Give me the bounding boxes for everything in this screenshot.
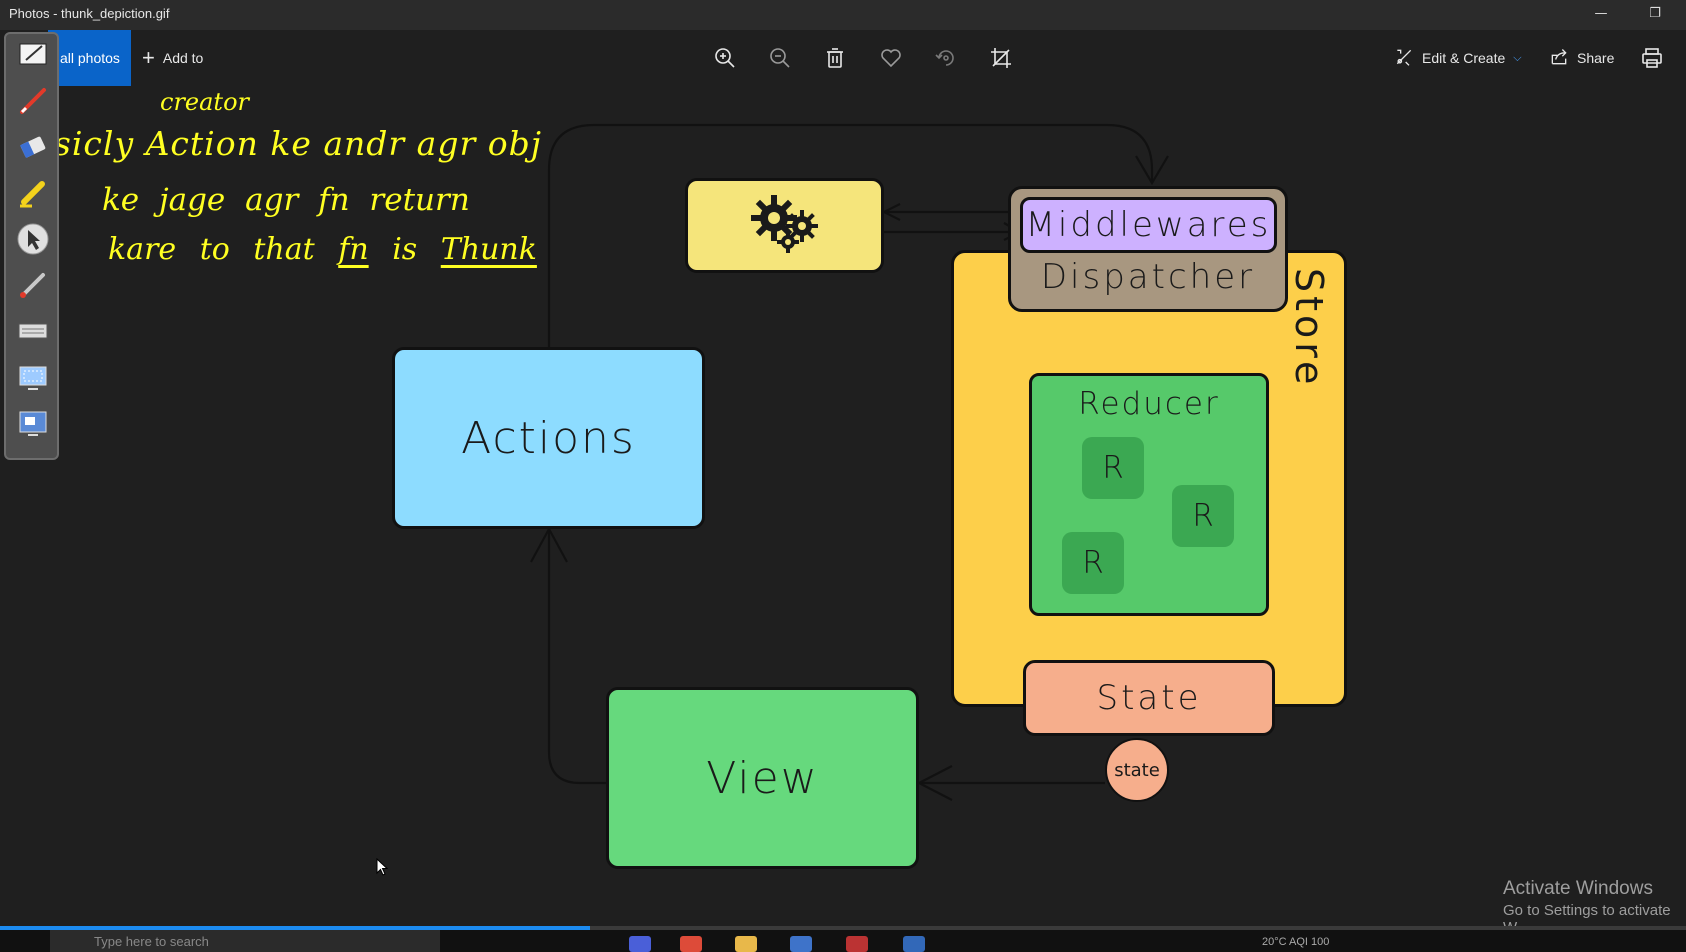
crop-icon[interactable]	[989, 46, 1013, 70]
keyboard-icon[interactable]	[14, 312, 52, 350]
pen-icon[interactable]	[14, 82, 52, 120]
plus-icon: +	[142, 45, 155, 70]
middlewares-box: Middlewares	[1020, 197, 1277, 253]
zoom-out-icon[interactable]	[768, 46, 792, 70]
edit-create-icon	[1394, 47, 1414, 70]
taskbar-search-box[interactable]: Type here to search	[50, 930, 440, 952]
discord-icon[interactable]	[629, 936, 651, 952]
gears-icon	[750, 194, 820, 258]
eraser-icon[interactable]	[14, 128, 52, 166]
state-box: State	[1023, 660, 1275, 736]
handwritten-note-creator: creator	[160, 88, 249, 116]
reducer-chip: R	[1082, 437, 1144, 499]
handwritten-note-prefix: kare to that	[108, 232, 315, 267]
reducer-chip: R	[1172, 485, 1234, 547]
all-photos-button[interactable]: all photos	[48, 30, 131, 86]
print-icon[interactable]	[1640, 46, 1664, 70]
whiteboard-icon[interactable]	[14, 36, 52, 74]
edit-create-button[interactable]: Edit & Create ⌵	[1394, 46, 1522, 70]
system-tray-weather: 20°C AQI 100	[1262, 936, 1330, 948]
rotate-icon[interactable]	[934, 46, 958, 70]
app-icon[interactable]	[790, 936, 812, 952]
actions-box: Actions	[392, 347, 705, 529]
video-editor-icon[interactable]	[846, 936, 868, 952]
reducer-chip: R	[1062, 532, 1124, 594]
handwritten-note-is: is	[392, 232, 418, 267]
screen-capture-icon[interactable]	[14, 358, 52, 396]
handwritten-note-thunk: Thunk	[440, 232, 537, 267]
zoom-in-icon[interactable]	[713, 46, 737, 70]
file-explorer-icon[interactable]	[735, 936, 757, 952]
handwritten-note-line-3: kare to that fn is Thunk	[108, 232, 537, 267]
handwritten-note-line-2: ke jage agr fn return	[102, 182, 470, 218]
minimize-button[interactable]: —	[1578, 0, 1624, 30]
edit-create-label: Edit & Create	[1422, 50, 1506, 66]
share-label: Share	[1577, 50, 1615, 66]
laser-pen-icon[interactable]	[14, 266, 52, 304]
store-label: Store	[1287, 268, 1331, 389]
chrome-icon[interactable]	[680, 936, 702, 952]
gears-box	[685, 178, 884, 273]
restore-button[interactable]: ❐	[1632, 0, 1678, 30]
favorite-icon[interactable]	[879, 46, 903, 70]
share-icon	[1549, 47, 1569, 70]
chevron-down-icon: ⌵	[1513, 51, 1522, 64]
share-button[interactable]: Share	[1549, 46, 1614, 70]
add-to-label: Add to	[162, 50, 204, 66]
state-bubble: state	[1105, 738, 1169, 802]
mouse-cursor-icon	[376, 858, 388, 876]
view-box: View	[606, 687, 919, 869]
photos-app-icon[interactable]	[903, 936, 925, 952]
watermark-title: Activate Windows	[1503, 878, 1653, 899]
pointer-icon[interactable]	[14, 220, 52, 258]
title-bar: Photos - thunk_depiction.gif — ❐	[0, 0, 1686, 30]
window-title: Photos - thunk_depiction.gif	[9, 6, 170, 21]
pen-toolbox	[4, 32, 59, 460]
handwritten-note-fn: fn	[338, 232, 369, 267]
add-to-button[interactable]: + Add to	[142, 46, 203, 70]
delete-icon[interactable]	[823, 46, 847, 70]
screen-switch-icon[interactable]	[14, 404, 52, 442]
highlighter-icon[interactable]	[14, 174, 52, 212]
handwritten-note-line-1: Basicly Action ke andr agr obj	[8, 124, 542, 163]
